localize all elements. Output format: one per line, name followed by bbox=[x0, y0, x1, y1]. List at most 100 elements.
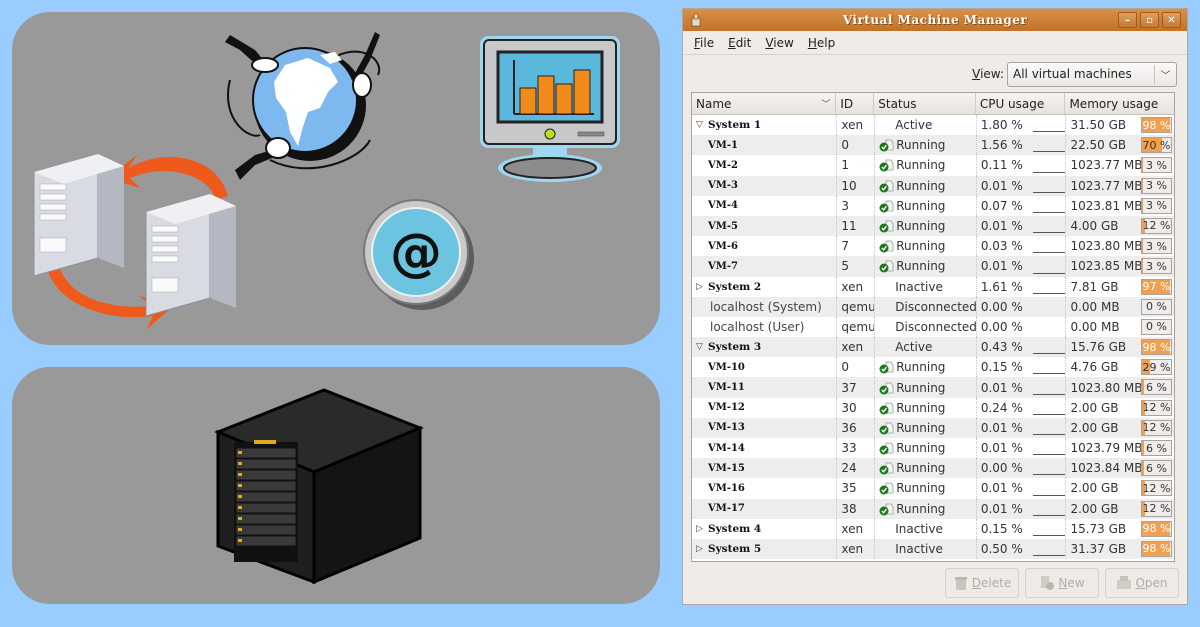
status-text: Inactive bbox=[895, 542, 943, 557]
host-row[interactable]: ▽ System 1 xen Active 1.80 % 31.50 GB 98 % bbox=[692, 115, 1174, 136]
memory-bar-fill bbox=[1142, 259, 1143, 274]
menu-help[interactable]: Help bbox=[803, 34, 840, 52]
status-text: Running bbox=[896, 360, 946, 375]
memory-bar-fill bbox=[1142, 198, 1143, 213]
host-row[interactable]: ▷ System 2 xen Inactive 1.61 % 7.81 GB 97 % bbox=[692, 276, 1174, 297]
memory-cell: 31.37 GB 98 % bbox=[1065, 538, 1174, 560]
tree-header: Name ﹀ ID Status CPU usage Memory usage bbox=[692, 93, 1174, 115]
connection-row[interactable]: localhost (User) qemu Disconnected 0.00 % 0.… bbox=[692, 316, 1174, 338]
vm-row[interactable]: VM-5 11 Running 0.01 % 4.00 GB 12 % bbox=[692, 215, 1174, 237]
name-cell: VM-13 bbox=[692, 418, 836, 438]
status-cell: Running bbox=[874, 175, 976, 196]
minimize-button[interactable]: – bbox=[1118, 12, 1137, 28]
running-status-icon bbox=[878, 481, 894, 495]
status-text: Running bbox=[896, 481, 946, 496]
cpu-sparkline bbox=[1032, 191, 1066, 193]
expander-open-icon[interactable]: ▽ bbox=[696, 120, 708, 130]
expander-closed-icon[interactable]: ▷ bbox=[696, 544, 708, 554]
vm-row[interactable]: VM-12 30 Running 0.24 % 2.00 GB 12 % bbox=[692, 397, 1174, 418]
memory-usage-bar: 98 % bbox=[1141, 540, 1172, 557]
column-header-name[interactable]: Name ﹀ bbox=[692, 93, 837, 114]
menu-file[interactable]: File bbox=[689, 34, 719, 52]
name-cell: ▷ System 2 bbox=[692, 277, 836, 297]
column-header-id[interactable]: ID bbox=[836, 93, 875, 114]
id-cell: qemu bbox=[836, 296, 874, 317]
vm-name: VM-5 bbox=[708, 220, 738, 232]
expander-closed-icon[interactable]: ▷ bbox=[696, 524, 708, 534]
vm-row[interactable]: VM-15 24 Running 0.00 % 1023.84 MB 6 % bbox=[692, 458, 1174, 479]
vm-row[interactable]: VM-10 0 Running 0.15 % 4.76 GB 29 % bbox=[692, 357, 1174, 378]
menu-edit[interactable]: Edit bbox=[723, 34, 756, 52]
status-cell: Running bbox=[874, 256, 976, 277]
delete-button[interactable]: Delete bbox=[945, 568, 1019, 598]
name-cell: VM-14 bbox=[692, 438, 836, 458]
id-cell: 0 bbox=[836, 357, 874, 378]
cpu-cell: 0.11 % bbox=[975, 155, 1066, 176]
host-row[interactable]: ▷ System 5 xen Inactive 0.50 % 31.37 GB 98 % bbox=[692, 538, 1174, 560]
memory-cell: 15.76 GB 98 % bbox=[1065, 337, 1174, 358]
cpu-sparkline bbox=[1032, 131, 1066, 133]
view-filter-dropdown[interactable]: All virtual machines ﹀ bbox=[1007, 61, 1177, 87]
close-button[interactable]: ✕ bbox=[1162, 12, 1181, 28]
vm-tree-view[interactable]: Name ﹀ ID Status CPU usage Memory usage … bbox=[691, 92, 1175, 562]
memory-percent-label: 29 % bbox=[1142, 360, 1171, 374]
cpu-sparkline bbox=[1032, 292, 1066, 294]
cpu-cell: 0.00 % bbox=[975, 296, 1066, 317]
vm-row[interactable]: VM-13 36 Running 0.01 % 2.00 GB 12 % bbox=[692, 417, 1174, 438]
email-at-icon: @ bbox=[363, 199, 474, 310]
cpu-usage-text: 1.80 % bbox=[980, 118, 1023, 133]
memory-usage-bar: 3 % bbox=[1141, 177, 1172, 194]
vm-row[interactable]: VM-7 5 Running 0.01 % 1023.85 MB 3 % bbox=[692, 256, 1174, 277]
new-button[interactable]: New bbox=[1025, 568, 1099, 598]
memory-percent-label: 70 % bbox=[1142, 138, 1171, 152]
memory-usage-text: 15.73 GB bbox=[1070, 521, 1127, 536]
memory-percent-label: 12 % bbox=[1142, 401, 1171, 415]
column-header-memory[interactable]: Memory usage bbox=[1065, 93, 1174, 114]
name-cell: VM-4 bbox=[692, 196, 836, 216]
vm-row[interactable]: VM-2 1 Running 0.11 % 1023.77 MB 3 % bbox=[692, 155, 1174, 176]
status-cell: Inactive bbox=[874, 518, 976, 539]
vm-row[interactable]: VM-4 3 Running 0.07 % 1023.81 MB 3 % bbox=[692, 195, 1174, 216]
vm-name: VM-11 bbox=[708, 382, 745, 394]
memory-usage-bar: 12 % bbox=[1141, 480, 1172, 497]
vm-row[interactable]: VM-17 38 Running 0.01 % 2.00 GB 12 % bbox=[692, 498, 1174, 519]
vm-row[interactable]: VM-14 33 Running 0.01 % 1023.79 MB 6 % bbox=[692, 438, 1174, 459]
memory-usage-text: 2.00 GB bbox=[1070, 481, 1119, 496]
memory-cell: 15.73 GB 98 % bbox=[1065, 518, 1174, 539]
memory-bar-fill bbox=[1142, 461, 1144, 476]
status-text: Running bbox=[896, 219, 946, 234]
connection-row[interactable]: localhost (System) qemu Disconnected 0.00 %… bbox=[692, 296, 1174, 317]
open-button[interactable]: Open bbox=[1105, 568, 1179, 598]
memory-usage-bar: 6 % bbox=[1141, 460, 1172, 477]
vm-row[interactable]: VM-3 10 Running 0.01 % 1023.77 MB 3 % bbox=[692, 175, 1174, 196]
status-text: Running bbox=[896, 178, 946, 193]
status-text: Running bbox=[896, 158, 946, 173]
vm-row[interactable]: VM-16 35 Running 0.01 % 2.00 GB 12 % bbox=[692, 478, 1174, 499]
menu-bar: File Edit View Help bbox=[683, 31, 1187, 55]
expander-closed-icon[interactable]: ▷ bbox=[696, 282, 708, 292]
cpu-sparkline bbox=[1032, 151, 1066, 153]
column-header-status[interactable]: Status bbox=[874, 93, 976, 114]
id-cell: 35 bbox=[836, 478, 874, 499]
host-row[interactable]: ▷ System 4 xen Inactive 0.15 % 15.73 GB 98 % bbox=[692, 518, 1174, 539]
expander-open-icon[interactable]: ▽ bbox=[696, 342, 708, 352]
memory-usage-text: 0.00 MB bbox=[1070, 319, 1120, 334]
name-cell: VM-15 bbox=[692, 458, 836, 478]
memory-usage-bar: 98 % bbox=[1141, 117, 1172, 133]
memory-usage-bar: 0 % bbox=[1141, 318, 1172, 335]
column-header-cpu[interactable]: CPU usage bbox=[976, 93, 1066, 114]
memory-usage-bar: 6 % bbox=[1141, 440, 1172, 456]
maximize-button[interactable]: ▫ bbox=[1140, 12, 1159, 28]
memory-percent-label: 98 % bbox=[1142, 522, 1171, 536]
vm-row[interactable]: VM-11 37 Running 0.01 % 1023.80 MB 6 % bbox=[692, 377, 1174, 398]
cpu-sparkline bbox=[1032, 171, 1066, 173]
title-bar[interactable]: Virtual Machine Manager – ▫ ✕ bbox=[683, 9, 1187, 31]
vm-row[interactable]: VM-6 7 Running 0.03 % 1023.80 MB 3 % bbox=[692, 236, 1174, 257]
running-status-icon bbox=[878, 259, 894, 273]
status-text: Running bbox=[896, 441, 946, 456]
host-row[interactable]: ▽ System 3 xen Active 0.43 % 15.76 GB 98 % bbox=[692, 337, 1174, 358]
host-name: System 2 bbox=[708, 280, 762, 293]
memory-cell: 4.00 GB 12 % bbox=[1065, 215, 1174, 237]
vm-row[interactable]: VM-1 0 Running 1.56 % 22.50 GB 70 % bbox=[692, 135, 1174, 156]
menu-view[interactable]: View bbox=[760, 34, 798, 52]
